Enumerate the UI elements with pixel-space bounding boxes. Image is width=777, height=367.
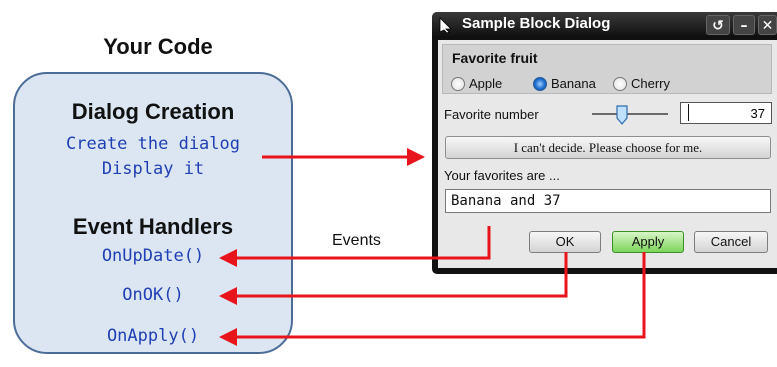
favorite-fruit-title: Favorite fruit (452, 50, 538, 66)
radio-cherry[interactable] (613, 77, 627, 91)
reset-icon[interactable]: ↺ (706, 15, 730, 35)
text-caret (688, 104, 689, 121)
dialog-creation-heading: Dialog Creation (71, 99, 235, 124)
handler-onapply: OnApply() (106, 326, 200, 346)
slider-thumb (616, 105, 628, 125)
close-icon[interactable]: ✕ (758, 15, 777, 35)
radio-banana[interactable] (533, 77, 547, 91)
handler-onupdate: OnUpDate() (101, 246, 205, 266)
favorite-number-slider[interactable] (590, 101, 670, 127)
radio-banana-label: Banana (551, 76, 596, 91)
ok-button[interactable]: OK (529, 231, 601, 253)
events-label: Events (332, 232, 381, 249)
favorite-number-input[interactable]: 37 (680, 102, 772, 124)
radio-apple[interactable] (451, 77, 465, 91)
minimize-icon[interactable]: – (733, 15, 755, 35)
dialog-cursor-icon (439, 17, 452, 33)
decide-button[interactable]: I can't decide. Please choose for me. (445, 136, 771, 159)
code-line-create: Create the dialog (66, 134, 240, 154)
radio-apple-label: Apple (469, 76, 503, 91)
favorites-label: Your favorites are ... (444, 168, 560, 183)
cancel-button[interactable]: Cancel (694, 231, 768, 253)
apply-button[interactable]: Apply (612, 231, 684, 253)
event-handlers-heading: Event Handlers (72, 214, 234, 239)
handler-onok: OnOK() (122, 285, 184, 305)
code-line-display: Display it (101, 159, 205, 179)
dialog-title: Sample Block Dialog (462, 15, 611, 32)
radio-cherry-label: Cherry (631, 76, 671, 91)
favorites-field[interactable]: Banana and 37 (445, 189, 771, 213)
favorite-number-label: Favorite number (444, 107, 539, 122)
code-panel-title: Your Code (103, 34, 213, 59)
